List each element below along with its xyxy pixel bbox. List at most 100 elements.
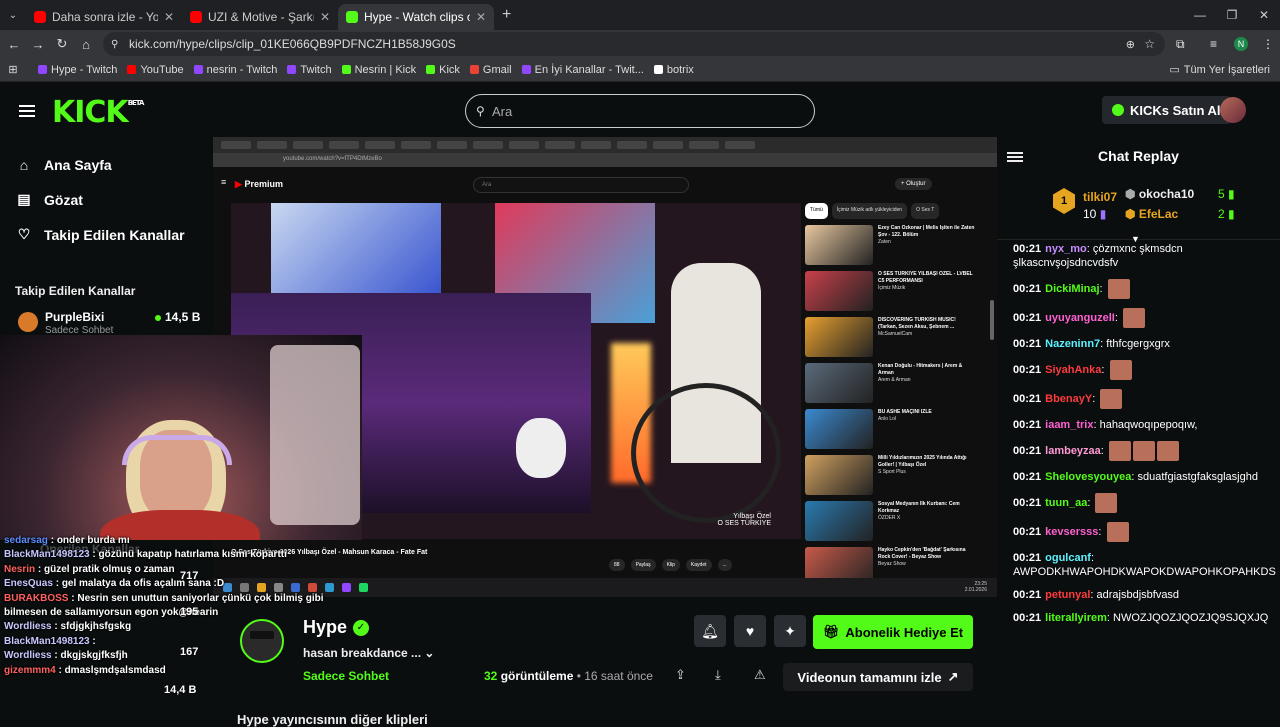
verified-icon: ✓: [353, 620, 369, 636]
gift-subscription-button[interactable]: 🎁︎ Abonelik Hediye Et: [813, 615, 973, 649]
chat-username[interactable]: SiyahAnka: [1045, 364, 1101, 376]
chat-message: 00:21 Nazeninn7: fthfcgergxgrx: [1013, 338, 1170, 350]
taskbar-clock: 23:25 2.01.2026: [964, 581, 987, 593]
download-icon[interactable]: ⤓: [715, 667, 721, 683]
search-input[interactable]: ⚲ Ara: [465, 94, 815, 128]
chat-username[interactable]: Shelovesyouyea: [1045, 471, 1131, 483]
chat-username[interactable]: Nazeninn7: [1045, 338, 1100, 350]
tab-favicon-icon: [34, 11, 46, 23]
url-text: kick.com/hype/clips/clip_01KE066QB9PDFNC…: [129, 37, 456, 51]
chat-username[interactable]: uyuyanguzelI: [1045, 312, 1115, 324]
chat-username[interactable]: BbenayY: [1045, 393, 1092, 405]
chat-message: 00:21 tuun_aa:: [1013, 493, 1277, 513]
bookmark-star-icon[interactable]: ☆: [1144, 37, 1155, 51]
bookmark-item[interactable]: Kick: [426, 64, 460, 76]
chat-message: 00:21 Shelovesyouyea: sduatfgiastgfaksgla…: [1013, 471, 1258, 483]
notification-bell-button[interactable]: 🔔︎: [694, 615, 726, 647]
bookmark-item[interactable]: nesrin - Twitch: [193, 64, 277, 76]
bookmark-item[interactable]: YouTube: [127, 64, 184, 76]
home-icon[interactable]: ⌂: [74, 37, 98, 52]
overlay-chat-line: Nesrin : güzel pratik olmuş o zaman: [4, 563, 175, 575]
address-bar[interactable]: ⚲ kick.com/hype/clips/clip_01KE066QB9PDF…: [103, 32, 1165, 56]
gift-icon: 🎁︎: [822, 624, 840, 639]
menu-dots-icon[interactable]: ⋮: [1262, 37, 1274, 51]
gifter-name[interactable]: ⬢ okocha10: [1125, 187, 1194, 201]
bookmark-item[interactable]: Hype - Twitch: [38, 64, 117, 76]
webcam-overlay: [0, 335, 362, 540]
bookmark-icon: [38, 65, 47, 74]
follow-heart-button[interactable]: ♥: [734, 615, 766, 647]
tab-search-icon[interactable]: ⌄: [0, 10, 26, 21]
gifter-count: 5 ▮: [1218, 187, 1235, 201]
sidebar-channel-purplebixi[interactable]: PurpleBixi Sadece Sohbet 14,5 B: [18, 310, 208, 336]
windows-taskbar: 23:25 2.01.2026: [213, 578, 997, 597]
sidebar-nav-item[interactable]: ▤ Gözat: [16, 182, 213, 217]
bookmark-item[interactable]: Nesrin | Kick: [341, 64, 416, 76]
chat-username[interactable]: DickiMinaj: [1045, 283, 1099, 295]
chat-username[interactable]: kevsersss: [1045, 526, 1098, 538]
gifter-name[interactable]: ⬢ EfeLac: [1125, 207, 1178, 221]
kick-logo[interactable]: KICKBETA: [52, 95, 144, 130]
scrollbar[interactable]: [990, 300, 994, 340]
yt-recommendation: O SES TÜRKİYE YILBAŞI ÖZEL - LVBEL C5 PE…: [805, 271, 975, 317]
top-gifters: 1 tilki07 10 ▮ ⬢ okocha10 5 ▮ ⬢ EfeLac 2…: [997, 174, 1280, 240]
profile-icon[interactable]: N: [1234, 37, 1248, 51]
minimize-icon[interactable]: —: [1184, 0, 1216, 30]
sidebar-nav-icon: ▤: [17, 191, 31, 207]
gifter-name[interactable]: tilki07: [1083, 190, 1117, 204]
share-icon[interactable]: ⇪: [675, 667, 686, 683]
user-avatar[interactable]: [1220, 97, 1246, 123]
overlay-chat-line: BlackMan1498123 :: [4, 635, 96, 647]
bookmark-item[interactable]: En İyi Kanallar - Twit...: [521, 64, 644, 76]
hamburger-menu-icon[interactable]: [19, 102, 35, 120]
yt-menu-icon: ≡: [221, 177, 227, 187]
chat-username[interactable]: nyx_mo: [1045, 243, 1087, 255]
back-icon[interactable]: ←: [2, 37, 26, 52]
emote-icon: [1100, 389, 1123, 409]
apps-icon[interactable]: ⊞: [0, 63, 26, 76]
tab-close-icon[interactable]: ✕: [164, 10, 174, 24]
sidebar-nav-icon: ♡: [17, 226, 31, 242]
chat-username[interactable]: petunyal: [1045, 589, 1090, 601]
chevron-down-icon[interactable]: ⌄: [424, 646, 434, 660]
new-tab-button[interactable]: +: [502, 6, 511, 24]
yt-chip: Tümü: [805, 203, 828, 219]
tab-close-icon[interactable]: ✕: [320, 10, 330, 24]
gifter-badge-icon: ⬢: [1125, 187, 1136, 201]
restore-icon[interactable]: ❐: [1216, 0, 1248, 30]
chat-username[interactable]: iaam_trix: [1045, 419, 1093, 431]
chat-replay-panel: Chat Replay 1 tilki07 10 ▮ ⬢ okocha10 5 …: [997, 138, 1280, 720]
yt-recommendation: Sosyal Medyanın İlk Kurbanı: Cem Korkmaz…: [805, 501, 975, 547]
close-icon[interactable]: ✕: [1248, 0, 1280, 30]
browser-toolbar: ← → ↻ ⌂ ⚲ kick.com/hype/clips/clip_01KE0…: [0, 30, 1280, 58]
bookmark-item[interactable]: Twitch: [287, 64, 332, 76]
bookmark-item[interactable]: Gmail: [469, 64, 512, 76]
forward-icon[interactable]: →: [26, 37, 50, 52]
extensions-icon[interactable]: ⧉: [1176, 37, 1185, 52]
bookmark-item[interactable]: botrix: [653, 64, 694, 76]
buy-kicks-button[interactable]: KICKs Satın Al: [1102, 96, 1231, 124]
chat-username[interactable]: tuun_aa: [1045, 497, 1087, 509]
reload-icon[interactable]: ↻: [50, 36, 74, 52]
chat-username[interactable]: ogulcanf: [1045, 552, 1091, 564]
all-bookmarks[interactable]: ▭ Tüm Yer İşaretleri: [1169, 63, 1270, 77]
chat-username[interactable]: lambeyzaa: [1045, 445, 1101, 457]
tab-close-icon[interactable]: ✕: [476, 10, 486, 24]
media-icon[interactable]: ≡: [1210, 37, 1217, 51]
watch-full-video-button[interactable]: Videonun tamamını izle ↗: [783, 663, 973, 691]
zoom-icon[interactable]: ⊕: [1126, 38, 1135, 51]
collapse-chat-icon[interactable]: [1007, 150, 1023, 164]
overlay-chat-line: bilmesen de sallamıyorsun egon yok@neari…: [4, 607, 219, 619]
chat-username[interactable]: literallyirem: [1045, 612, 1107, 624]
sidebar-nav-item[interactable]: ♡ Takip Edilen Kanallar: [16, 217, 213, 252]
sparkle-button[interactable]: ✦: [774, 615, 806, 647]
browser-tab[interactable]: Hype - Watch clips on Kick✕: [338, 4, 494, 30]
yt-create: + Oluştur: [895, 178, 932, 190]
yt-thumbnail: [805, 409, 873, 449]
browser-tab[interactable]: UZI & Motive - Şarkılar Sokakla✕: [182, 4, 338, 30]
browser-tab[interactable]: Daha sonra izle - YouTube✕: [26, 4, 182, 30]
report-warning-icon[interactable]: ⚠: [754, 667, 766, 683]
sidebar-nav-item[interactable]: ⌂ Ana Sayfa: [16, 147, 213, 182]
bookmarks-bar: ⊞ Hype - Twitch YouTube nesrin - Twitch Twi…: [0, 58, 1280, 82]
site-info-icon[interactable]: ⚲: [111, 39, 118, 50]
